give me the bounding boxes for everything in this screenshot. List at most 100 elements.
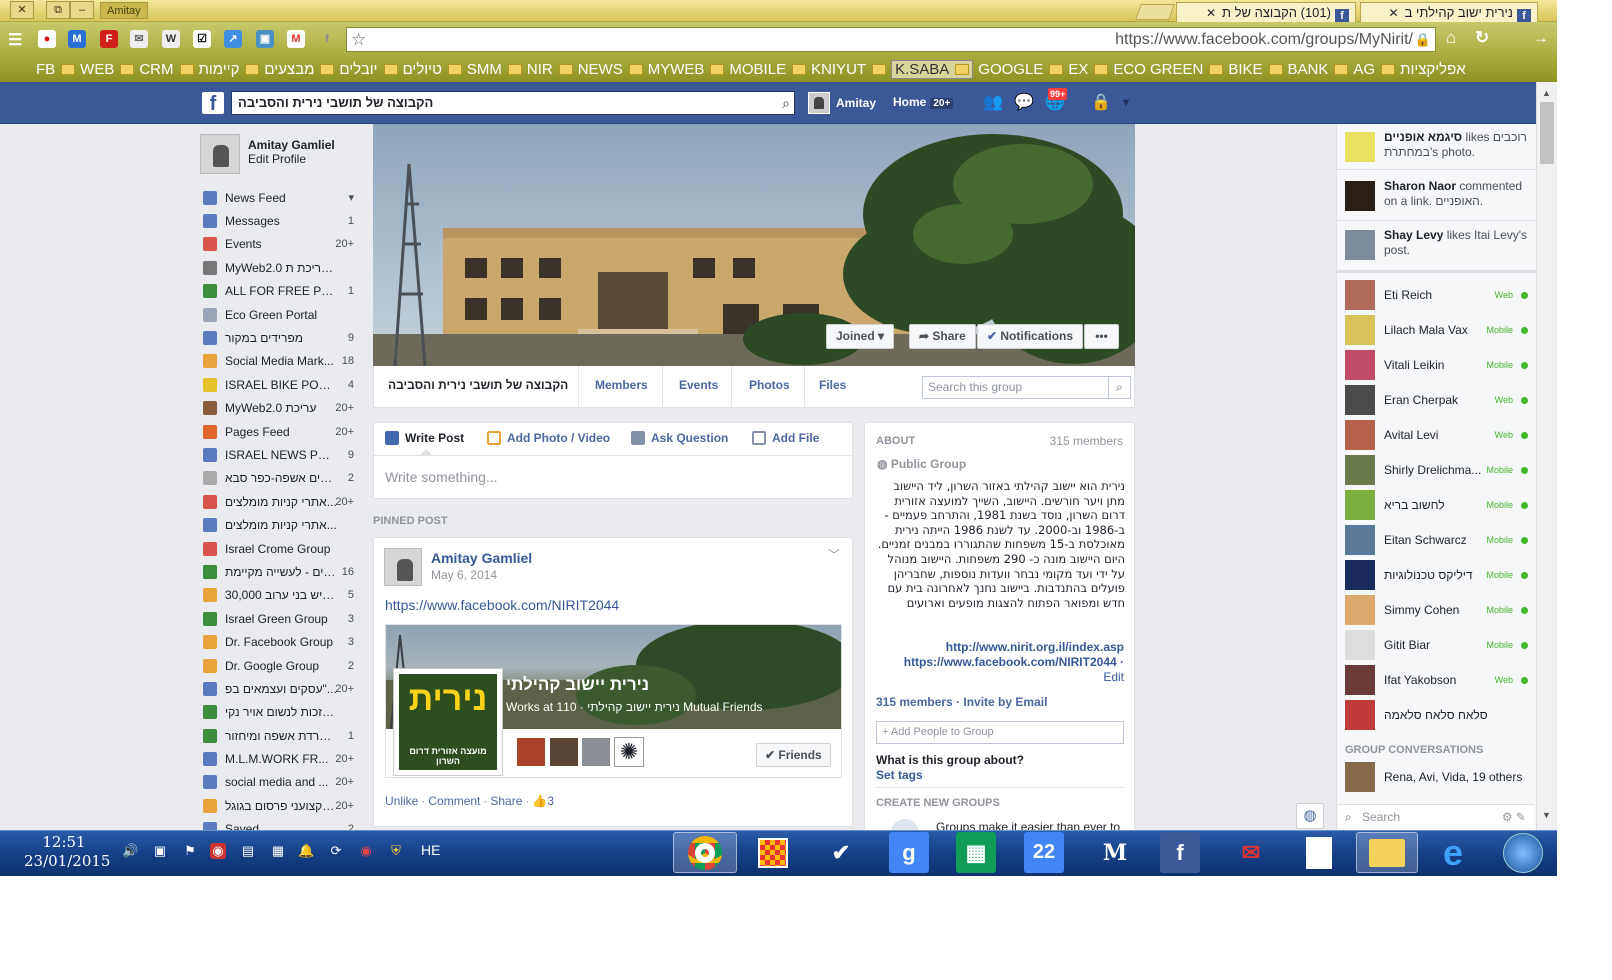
sidebar-item[interactable]: ALL FOR FREE PO... 1 xyxy=(200,280,360,303)
mutual-friend-avatar[interactable] xyxy=(581,737,611,767)
avatar[interactable] xyxy=(384,548,422,586)
ask-question-tab[interactable]: Ask Question xyxy=(631,431,728,445)
sidebar-item[interactable]: בלוטים - לעשייה מקיימת 16 xyxy=(200,560,360,583)
reload-icon[interactable]: ↻ xyxy=(1475,28,1489,48)
chat-contact[interactable]: Eitan Schwarcz Mobile xyxy=(1345,524,1531,556)
sidebar-item[interactable]: הפרדת אשפה ומיחזור... 1 xyxy=(200,724,360,747)
sidebar-item[interactable]: Dr. Google Group 2 xyxy=(200,654,360,677)
sidebar-item[interactable]: Messages 1 xyxy=(200,209,360,232)
globe-icon[interactable]: ◍ xyxy=(1296,803,1324,829)
forward-icon[interactable]: → xyxy=(1532,28,1549,48)
minimize-window-button[interactable]: – xyxy=(70,1,94,19)
sidebar-item[interactable]: Dr. Facebook Group 3 xyxy=(200,630,360,653)
add-people-input[interactable]: + Add People to Group xyxy=(876,721,1124,744)
tab-nirit[interactable]: f נירית ישוב קהילתי ב ✕ xyxy=(1360,2,1538,22)
sidebar-item[interactable]: Events 20+ xyxy=(200,233,360,256)
chat-contact[interactable]: Shirly Drelichma... Mobile xyxy=(1345,454,1531,486)
set-tags-link[interactable]: Set tags xyxy=(876,768,923,782)
apps-grid-taskbar-icon[interactable] xyxy=(750,832,796,873)
sidebar-item[interactable]: Israel Green Group 3 xyxy=(200,607,360,630)
friends-button[interactable]: ✔ Friends xyxy=(756,743,831,767)
members-count[interactable]: 315 members xyxy=(1050,434,1123,448)
mail-extension-icon[interactable]: ✉ xyxy=(130,30,148,48)
new-tab-button[interactable] xyxy=(1135,4,1175,20)
facebook-taskbar-icon[interactable]: f xyxy=(1160,832,1200,873)
chat-contact[interactable]: Eran Cherpak Web xyxy=(1345,384,1531,416)
close-tab-icon[interactable]: ✕ xyxy=(1389,6,1399,20)
facebook-extension-icon[interactable]: f xyxy=(318,30,336,48)
sidebar-item[interactable]: אתרי קניות מומלצים... 20+ xyxy=(200,490,360,513)
chat-contact[interactable]: דיליקס טכנולוגיות Mobile xyxy=(1345,559,1531,591)
write-post-tab[interactable]: Write Post xyxy=(385,431,464,445)
scrollbar-thumb[interactable] xyxy=(1540,102,1554,164)
vertical-scrollbar[interactable]: ▲ ▼ xyxy=(1536,82,1557,830)
chat-contact[interactable]: סלאח סלאח סלאמה xyxy=(1345,699,1531,731)
profile-name[interactable]: Amitay Gamliel xyxy=(248,138,335,152)
mutual-friend-avatar[interactable]: ✺ xyxy=(614,737,644,767)
chat-contact[interactable]: Vitali Leikin Mobile xyxy=(1345,349,1531,381)
post-link[interactable]: https://www.facebook.com/NIRIT2044 xyxy=(385,597,619,613)
chat-search-input[interactable]: ⌕ Search ⚙ ✎ xyxy=(1338,804,1534,828)
sidebar-item[interactable]: מקצועני פרסום בגוגל...20+ xyxy=(200,794,360,817)
close-tab-icon[interactable]: ✕ xyxy=(1206,6,1216,20)
more-options-button[interactable]: ••• xyxy=(1084,324,1119,349)
profile-summary[interactable]: Amitay Gamliel Edit Profile xyxy=(200,134,360,174)
tab-events[interactable]: Events xyxy=(679,378,718,392)
sidebar-item[interactable]: 30,000 איש בני ערוב... 5 xyxy=(200,584,360,607)
sidebar-item[interactable]: MyWeb2.0 עריכת 20+ xyxy=(200,397,360,420)
bookmark-folder[interactable]: SMM xyxy=(467,61,522,78)
chrome-tray-icon[interactable]: ◉ xyxy=(358,843,374,859)
bookmark-folder[interactable]: KNIYUT xyxy=(811,61,887,78)
group-conversation-item[interactable]: Rena, Avi, Vida, 19 others xyxy=(1345,761,1531,793)
bookmark-folder[interactable]: MYWEB xyxy=(648,61,725,78)
search-icon[interactable]: ⌕ xyxy=(782,92,790,114)
scroll-up-icon[interactable]: ▲ xyxy=(1542,88,1551,98)
bookmark-folder[interactable]: מבצעים xyxy=(264,61,335,78)
group-search-input[interactable]: Search this group ⌕ xyxy=(922,376,1131,399)
chat-contact[interactable]: Avital Levi Web xyxy=(1345,419,1531,451)
notifications-button[interactable]: ✔ Notifications xyxy=(977,324,1084,349)
sidebar-item[interactable]: Israel Crome Group xyxy=(200,537,360,560)
explorer-folder-taskbar-icon[interactable] xyxy=(1356,832,1418,873)
shield-icon[interactable]: ⛨ xyxy=(388,843,404,859)
like-count[interactable]: 3 xyxy=(547,794,554,808)
m-extension-icon[interactable]: M xyxy=(68,30,86,48)
sidebar-item[interactable]: Eco Green Portal xyxy=(200,303,360,326)
unlike-link[interactable]: Unlike xyxy=(385,794,418,808)
bookmark-folder[interactable]: AG xyxy=(1353,61,1396,78)
tab-group[interactable]: f (101) הקבוצה של ת ✕ xyxy=(1176,2,1356,22)
bookmark-folder[interactable]: ECO GREEN xyxy=(1113,61,1224,78)
add-photo-tab[interactable]: Add Photo / Video xyxy=(487,431,610,445)
windows-start-icon[interactable] xyxy=(1500,832,1546,873)
post-author[interactable]: Amitay Gamliel xyxy=(431,550,532,566)
bookmark-folder[interactable]: EX xyxy=(1068,61,1109,78)
sidebar-item[interactable]: Social Media Mark... 18 xyxy=(200,350,360,373)
location-extension-icon[interactable]: ● xyxy=(38,30,56,48)
profile-link[interactable]: Amitay xyxy=(808,92,876,114)
friend-requests-icon[interactable]: 👥 xyxy=(982,94,1004,112)
calendar-taskbar-icon[interactable]: 22 xyxy=(1024,832,1064,873)
tab-group-name[interactable]: הקבוצה של תושבי נירית והסביבה xyxy=(388,378,568,392)
sidebar-item[interactable]: Pages Feed 20+ xyxy=(200,420,360,443)
post-date[interactable]: May 6, 2014 xyxy=(431,568,497,582)
checkbox-extension-icon[interactable]: ☑ xyxy=(193,30,211,48)
tasks-taskbar-icon[interactable]: ✔ xyxy=(818,832,864,873)
share-group-button[interactable]: ➦ Share xyxy=(909,324,976,349)
home-icon[interactable]: ⌂ xyxy=(1446,28,1456,48)
joined-button[interactable]: Joined ▾ xyxy=(826,324,895,349)
privacy-shortcuts-icon[interactable]: 🔒 xyxy=(1090,94,1112,112)
flipboard-extension-icon[interactable]: F xyxy=(100,30,118,48)
document-taskbar-icon[interactable] xyxy=(1296,832,1342,873)
bookmark-folder[interactable]: FB xyxy=(36,61,76,78)
chat-options-icon[interactable]: ⚙ ✎ xyxy=(1502,805,1526,829)
bookmark-folder[interactable]: טיולים xyxy=(403,61,462,78)
facebook-page-link[interactable]: https://www.facebook.com/NIRIT2044 · xyxy=(877,655,1124,669)
post-text-input[interactable]: Write something... xyxy=(385,469,498,485)
bookmark-folder[interactable]: MOBILE xyxy=(729,61,807,78)
ticker-resize-handle[interactable] xyxy=(1337,270,1537,273)
chat-contact[interactable]: Lilach Mala Vax Mobile xyxy=(1345,314,1531,346)
sidebar-item[interactable]: ISRAEL NEWS PO... 9 xyxy=(200,443,360,466)
bookmark-folder[interactable]: יובלים xyxy=(339,61,398,78)
bell-icon[interactable]: 🔔 xyxy=(298,843,314,859)
bookmark-star-icon[interactable]: ☆ xyxy=(351,28,366,51)
